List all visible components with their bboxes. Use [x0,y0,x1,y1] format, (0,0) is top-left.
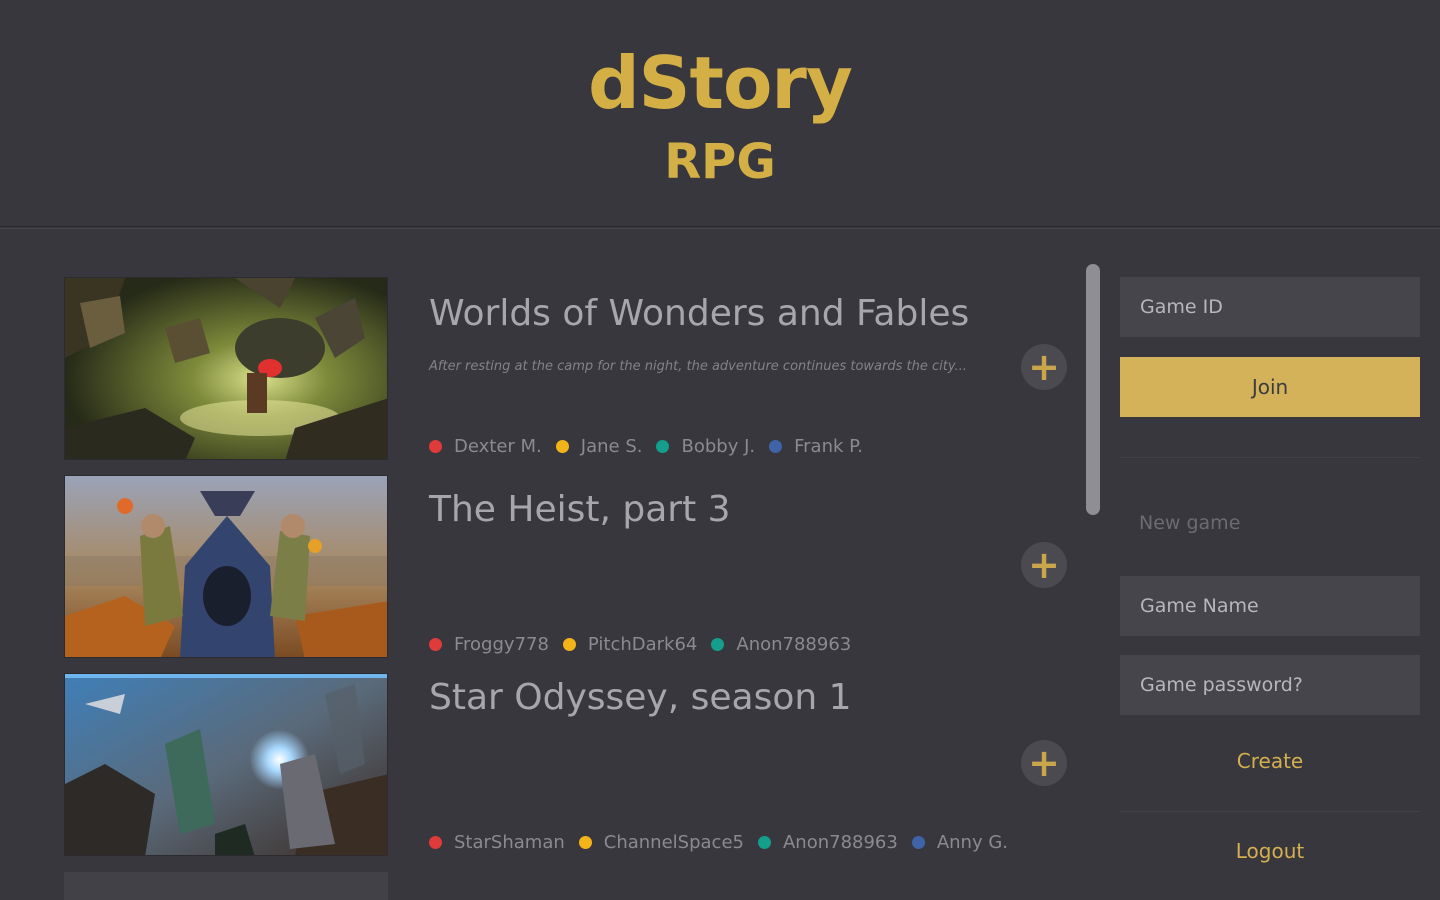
player: ChannelSpace5 [578,832,744,853]
game-list-scrollbar[interactable] [1086,264,1100,515]
game-description: After resting at the camp for the night,… [429,359,967,374]
player-name: Dexter M. [454,436,542,457]
player: Bobby J. [656,436,755,457]
player-name: Jane S. [580,436,643,457]
game-list: Worlds of Wonders and Fables After resti… [0,229,1100,900]
join-button[interactable]: Join [1120,357,1420,417]
player-color-dot [429,440,442,453]
plus-icon: + [1028,543,1060,587]
player-color-dot [656,440,670,453]
sidebar: Game ID Join New game Game Name Game pas… [1120,0,1420,900]
player-color-dot [769,440,783,453]
player: StarShaman [429,832,565,853]
game-title[interactable]: Star Odyssey, season 1 [429,677,852,718]
game-title[interactable]: The Heist, part 3 [429,489,731,530]
add-game-button[interactable]: + [1021,344,1067,390]
player: Anon788963 [757,832,898,853]
sidebar-divider [1120,457,1420,458]
player-color-dot [429,638,442,651]
new-game-heading: New game [1139,512,1241,534]
fantasy-cave-artwork [65,278,387,459]
sidebar-divider [1120,811,1420,812]
plus-icon: + [1028,345,1060,389]
player-color-dot [757,836,771,849]
add-game-button[interactable]: + [1021,740,1067,786]
create-button[interactable]: Create [1120,749,1420,773]
add-game-button[interactable]: + [1021,542,1067,588]
player-name: Anon788963 [782,832,898,853]
player-list: Dexter M. Jane S. Bobby J. Frank P. [429,436,877,457]
game-card-worlds-of-wonders[interactable]: Worlds of Wonders and Fables After resti… [0,277,1080,461]
player: PitchDark64 [562,634,698,655]
player: Froggy778 [429,634,549,655]
player-list: StarShaman ChannelSpace5 Anon788963 Anny… [429,832,1022,853]
player: Jane S. [555,436,643,457]
player-name: Bobby J. [681,436,756,457]
game-title[interactable]: Worlds of Wonders and Fables [429,293,969,334]
plus-icon: + [1028,741,1060,785]
player-name: Anny G. [936,832,1009,853]
hooded-figure-artwork [65,476,387,657]
game-card-the-heist[interactable]: The Heist, part 3 + Froggy778 PitchDark6… [0,475,1080,659]
game-card-star-odyssey[interactable]: Star Odyssey, season 1 + StarShaman Chan… [0,673,1080,857]
player-color-dot [578,836,592,849]
player: Frank P. [769,436,863,457]
player: Dexter M. [429,436,542,457]
game-thumbnail[interactable] [64,277,388,460]
player-name: ChannelSpace5 [603,832,744,853]
player-name: Anon788963 [736,634,852,655]
logout-button[interactable]: Logout [1120,839,1420,863]
game-thumbnail-partial[interactable] [64,872,388,900]
game-password-input[interactable]: Game password? [1120,655,1420,715]
player-name: PitchDark64 [587,634,698,655]
game-thumbnail[interactable] [64,673,388,856]
player-name: Frank P. [794,436,863,457]
game-thumbnail[interactable] [64,475,388,658]
player-color-dot [555,440,569,453]
player-color-dot [429,836,442,849]
player-list: Froggy778 PitchDark64 Anon788963 [429,634,865,655]
game-name-input[interactable]: Game Name [1120,576,1420,636]
player-name: Froggy778 [454,634,549,655]
player: Anon788963 [711,634,851,655]
game-id-input[interactable]: Game ID [1120,277,1420,337]
player-color-dot [911,836,925,849]
player-color-dot [562,638,576,651]
sci-fi-battle-artwork [65,674,387,855]
player: Anny G. [911,832,1009,853]
player-name: StarShaman [454,832,565,853]
player-color-dot [711,638,725,651]
